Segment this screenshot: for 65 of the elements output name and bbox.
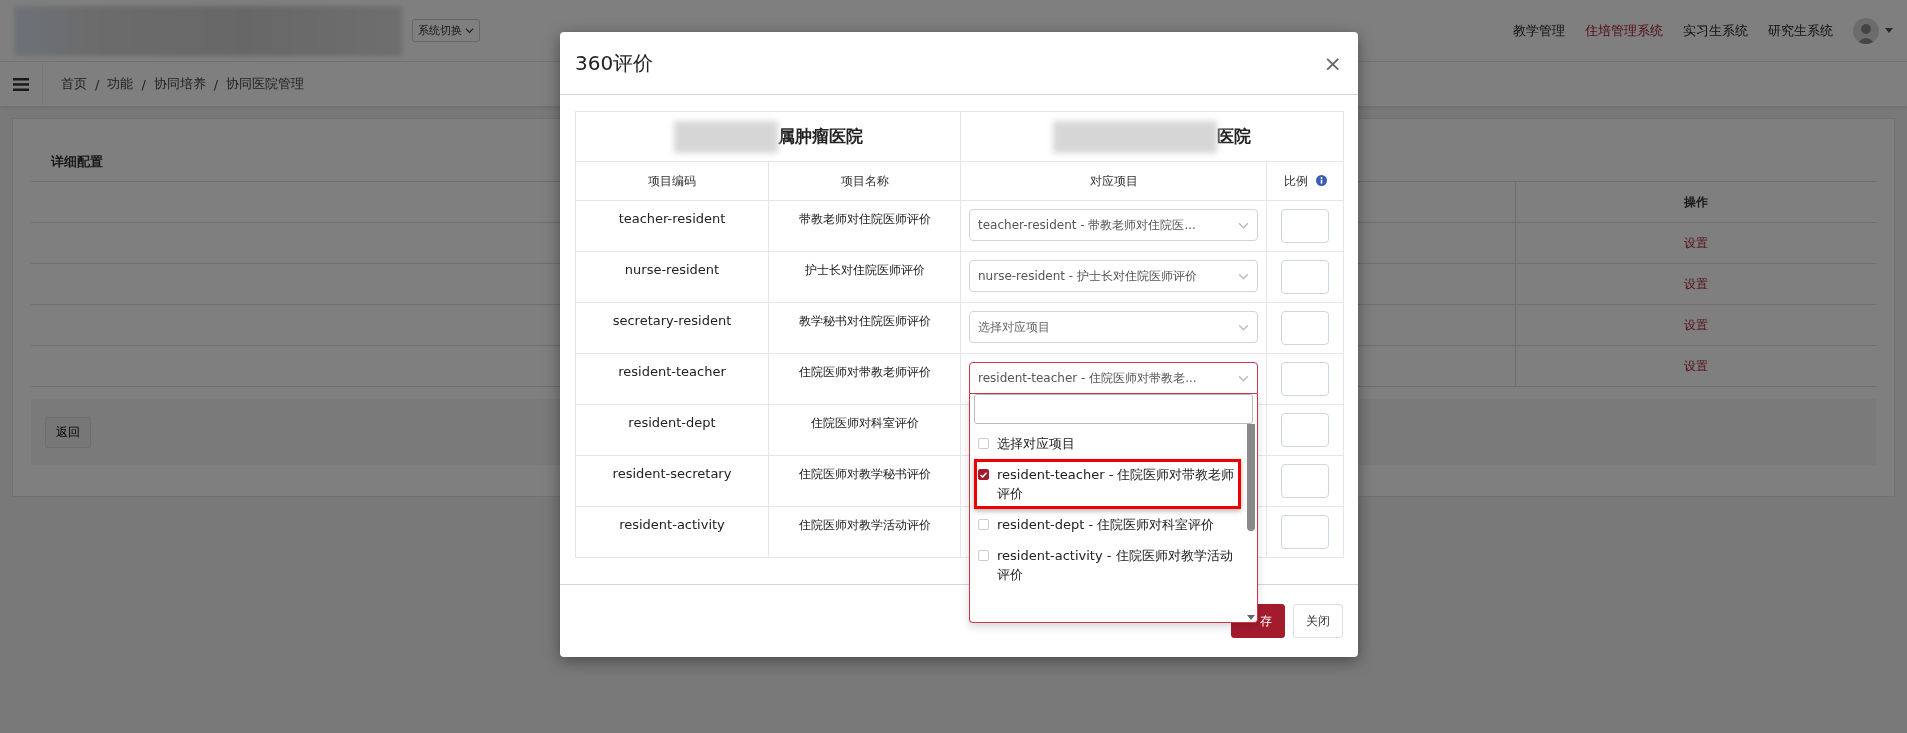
table-cell: 教学秘书对住院医师评价	[798, 313, 931, 330]
table-cell: 住院医师对教学秘书评价	[798, 466, 931, 483]
system-switch-select[interactable]: 系统切换	[412, 19, 480, 42]
ratio-input[interactable]	[1281, 464, 1329, 498]
mapping-select[interactable]: nurse-resident - 护士长对住院医师评价	[969, 260, 1258, 292]
ratio-input[interactable]	[1281, 260, 1329, 294]
table-cell: 带教老师对住院医师评价	[798, 211, 931, 228]
column-header: 项目名称	[840, 173, 889, 188]
back-button[interactable]: 返回	[45, 416, 91, 448]
column-header: 对应项目	[1089, 173, 1138, 188]
table-cell: 住院医师对教学活动评价	[798, 517, 931, 534]
ratio-input[interactable]	[1281, 311, 1329, 345]
column-header: 操作	[1684, 193, 1708, 211]
table-cell: resident-secretary	[612, 466, 732, 481]
mapping-select[interactable]: teacher-resident - 带教老师对住院医...	[969, 209, 1258, 241]
table-cell: 住院医师对带教老师评价	[798, 364, 931, 381]
breadcrumb-item[interactable]: 协同培养	[153, 75, 206, 93]
table-cell: resident-activity	[619, 517, 725, 532]
table-cell: resident-dept	[628, 415, 716, 430]
nav-link[interactable]: 教学管理	[1513, 21, 1565, 40]
ratio-input[interactable]	[1281, 413, 1329, 447]
breadcrumb-separator: /	[213, 76, 219, 92]
table-cell: resident-teacher	[618, 364, 726, 379]
modal-title: 360评价	[575, 49, 654, 77]
card-title: 详细配置	[51, 153, 103, 171]
nav-link[interactable]: 住培管理系统	[1585, 21, 1663, 40]
ratio-input[interactable]	[1281, 209, 1329, 243]
dropdown-option[interactable]: resident-dept - 住院医师对科室评价	[974, 509, 1241, 540]
search-field[interactable]	[974, 394, 1253, 424]
menu-icon[interactable]	[13, 77, 29, 91]
settings-link[interactable]: 设置	[1684, 234, 1708, 252]
ratio-input[interactable]	[1281, 362, 1329, 396]
column-header: 项目编码	[648, 173, 696, 188]
chevron-icon	[465, 26, 474, 35]
breadcrumb-item[interactable]: 首页	[61, 75, 87, 93]
hospital-name: 属肿瘤医院	[777, 125, 863, 148]
settings-link[interactable]: 设置	[1684, 316, 1708, 334]
checkbox[interactable]	[978, 469, 989, 480]
settings-link[interactable]: 设置	[1684, 357, 1708, 375]
table-cell: teacher-resident	[618, 211, 726, 226]
info-icon[interactable]	[1315, 174, 1327, 186]
breadcrumb-separator: /	[141, 76, 146, 92]
scrollbar[interactable]	[1245, 424, 1257, 622]
nav-link[interactable]: 实习生系统	[1683, 21, 1748, 40]
mapping-select[interactable]: 选择对应项目	[969, 311, 1258, 343]
dropdown-option[interactable]: resident-activity - 住院医师对教学活动评价	[974, 540, 1241, 590]
column-header: 比例	[1283, 173, 1308, 188]
ratio-input[interactable]	[1281, 515, 1329, 549]
table-cell: 住院医师对科室评价	[810, 415, 919, 432]
mapping-select[interactable]: resident-teacher - 住院医师对带教老...	[969, 362, 1258, 394]
close-button[interactable]: ×	[1323, 50, 1342, 76]
dropdown-option[interactable]: 选择对应项目	[974, 428, 1241, 459]
scroll-down-icon[interactable]	[1247, 615, 1255, 620]
breadcrumb-separator: /	[95, 76, 100, 92]
close-button[interactable]: 关闭	[1293, 604, 1343, 638]
hospital-name: 医院	[1217, 125, 1251, 148]
table-cell: nurse-resident	[624, 262, 720, 277]
breadcrumb-item[interactable]: 功能	[107, 75, 134, 93]
breadcrumb-item[interactable]: 协同医院管理	[226, 75, 305, 93]
table-cell: secretary-resident	[612, 313, 732, 328]
nav-link[interactable]: 研究生系统	[1768, 21, 1833, 40]
avatar[interactable]	[1853, 17, 1879, 44]
table-cell: 护士长对住院医师评价	[804, 262, 925, 279]
caret-icon[interactable]	[1885, 28, 1893, 33]
settings-link[interactable]: 设置	[1684, 275, 1708, 293]
